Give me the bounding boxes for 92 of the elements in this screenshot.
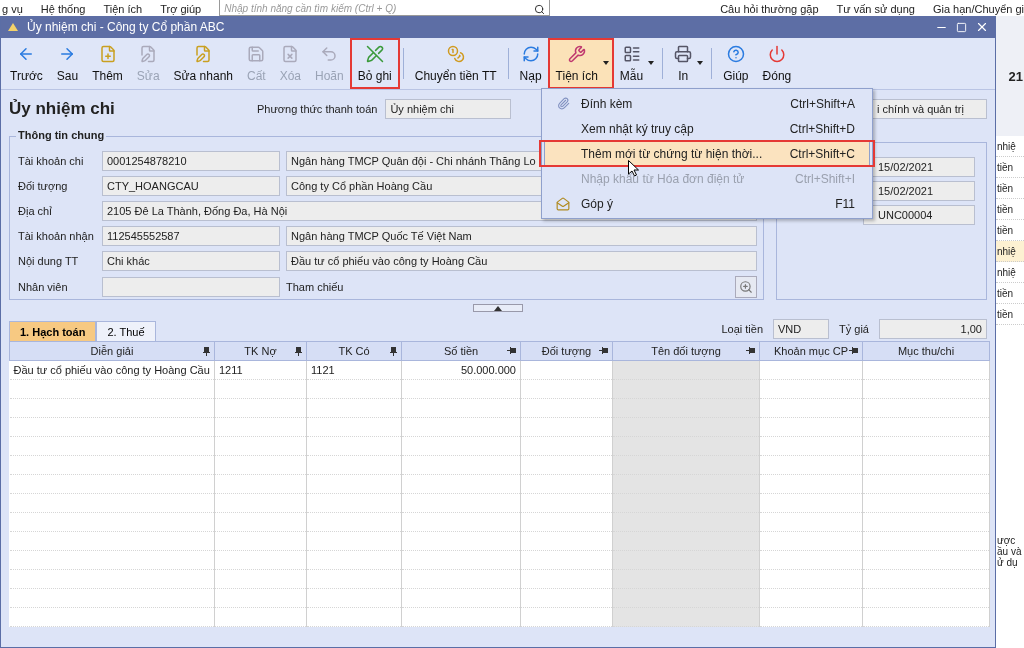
field-label: Nội dung TT (18, 255, 80, 267)
panel-heading: 21 (1008, 68, 1024, 84)
note-text: ử dụ (996, 557, 1019, 568)
app-icon (7, 21, 19, 33)
input-field[interactable]: Đầu tư cổ phiếu vào công ty Hoàng Cầu (286, 251, 757, 271)
list-item[interactable]: nhiệ (996, 241, 1024, 262)
window-title: Ủy nhiệm chi - Công ty Cổ phần ABC (27, 20, 226, 34)
refresh-icon (521, 45, 540, 63)
input-field[interactable] (102, 276, 280, 297)
undo-icon (320, 45, 339, 63)
save-icon (247, 45, 266, 63)
column-header[interactable]: TK Nợ (214, 341, 307, 361)
file-plus-icon (98, 45, 117, 63)
close-icon[interactable] (975, 20, 989, 34)
column-header[interactable]: Số tiền (401, 341, 521, 361)
input-field[interactable]: Chi khác (102, 251, 280, 271)
field-label: Tài khoản nhận (18, 230, 95, 242)
file-x-icon (281, 45, 300, 63)
group-title: Thông tin chung (16, 129, 107, 141)
search-icon (533, 4, 545, 15)
column-header[interactable]: Đối tượng (520, 341, 613, 361)
file-edit-icon (194, 45, 213, 63)
menu-item[interactable]: Hệ thống (40, 3, 86, 16)
field-label: Đối tượng (18, 180, 69, 192)
pin-icon[interactable] (507, 347, 516, 354)
column-header[interactable]: Mục thu/chi (862, 341, 990, 361)
maximize-icon[interactable] (956, 21, 967, 33)
field-label: Tham chiếu (286, 280, 344, 293)
toolbar-button[interactable]: Sửa nhanh (166, 38, 240, 89)
caret-icon (602, 61, 609, 65)
pen-off-icon (365, 45, 384, 63)
coins-icon (446, 45, 465, 63)
tab[interactable]: 1. Hạch toán (9, 321, 97, 341)
menu-item[interactable]: Trợ giúp (160, 3, 202, 16)
toolbar-button[interactable]: Chuyển tiền TT (407, 38, 504, 89)
input-field[interactable]: UNC00004 (863, 205, 975, 225)
field-label: Loại tiền (721, 323, 764, 335)
printer-icon (674, 45, 693, 63)
note-text: ược (996, 535, 1017, 546)
toolbar-button[interactable]: Thêm (85, 38, 130, 89)
list-icon (622, 45, 641, 63)
pin-icon[interactable] (295, 347, 302, 356)
tools-icon (567, 45, 586, 63)
toolbar-button[interactable]: Sau (49, 38, 86, 89)
link[interactable]: Gia hạn/Chuyển gi (932, 3, 1024, 16)
pin-icon[interactable] (390, 347, 397, 356)
input-field[interactable]: Ngân hàng TMCP Quốc Tế Việt Nam (286, 226, 757, 246)
menu-item[interactable]: Xem nhật ký truy cập Ctrl+Shift+D (544, 116, 870, 141)
field-label: Tài khoản chi (18, 155, 85, 167)
note-text: ầu và (996, 546, 1023, 557)
menu-item[interactable]: Tiện ích (103, 3, 143, 16)
input-field[interactable]: 0001254878210 (102, 151, 280, 171)
toolbar-button[interactable]: Nạp (512, 38, 549, 89)
field-label: Phương thức thanh toán (257, 103, 378, 115)
envelope-icon (556, 196, 570, 211)
toolbar-button[interactable]: Giúp (716, 38, 756, 89)
power-icon (767, 45, 786, 63)
pin-icon[interactable] (849, 347, 858, 354)
currency-field[interactable]: VND (773, 319, 830, 339)
pin-icon[interactable] (599, 347, 608, 354)
caret-icon (648, 61, 655, 65)
field-label: Địa chỉ (18, 205, 53, 217)
field-label: Tỷ giá (839, 323, 869, 335)
pin-icon[interactable] (746, 347, 755, 354)
collapse-handle[interactable] (473, 304, 523, 312)
payment-method-field[interactable]: Ủy nhiệm chi (385, 99, 512, 119)
field-label: Nhân viên (18, 280, 69, 293)
column-header[interactable]: TK Có (306, 341, 402, 361)
form-heading: Ủy nhiệm chi (9, 99, 116, 119)
highlight-frame (349, 38, 400, 89)
zoom-button[interactable] (735, 275, 757, 298)
toolbar-button[interactable]: Tiện ích (548, 38, 613, 89)
toolbar-button[interactable]: Đóng (755, 38, 799, 89)
caret-icon (697, 61, 704, 65)
column-header[interactable]: Tên đối tượng (612, 341, 760, 361)
link[interactable]: Câu hỏi thường gặp (720, 3, 819, 16)
column-header[interactable]: Diễn giải (9, 341, 215, 361)
pin-icon[interactable] (203, 347, 210, 356)
toolbar-button[interactable]: Trước (3, 38, 50, 89)
column-header[interactable]: Khoản mục CP (759, 341, 863, 361)
input-field[interactable]: CTY_HOANGCAU (102, 176, 280, 196)
zoom-icon (739, 279, 753, 294)
up-arrow-icon (494, 305, 502, 311)
link[interactable]: Tư vấn sử dụng (836, 3, 915, 16)
paperclip-icon (556, 97, 570, 110)
tab[interactable]: 2. Thuế (96, 321, 156, 341)
help-icon (726, 45, 745, 63)
menu-item[interactable]: g vụ (2, 3, 23, 16)
rate-field[interactable]: 1,00 (879, 319, 987, 339)
toolbar-button[interactable]: Bỏ ghi (350, 38, 399, 89)
file-pen-icon (139, 45, 158, 63)
input-field[interactable]: 112545552587 (102, 226, 280, 246)
